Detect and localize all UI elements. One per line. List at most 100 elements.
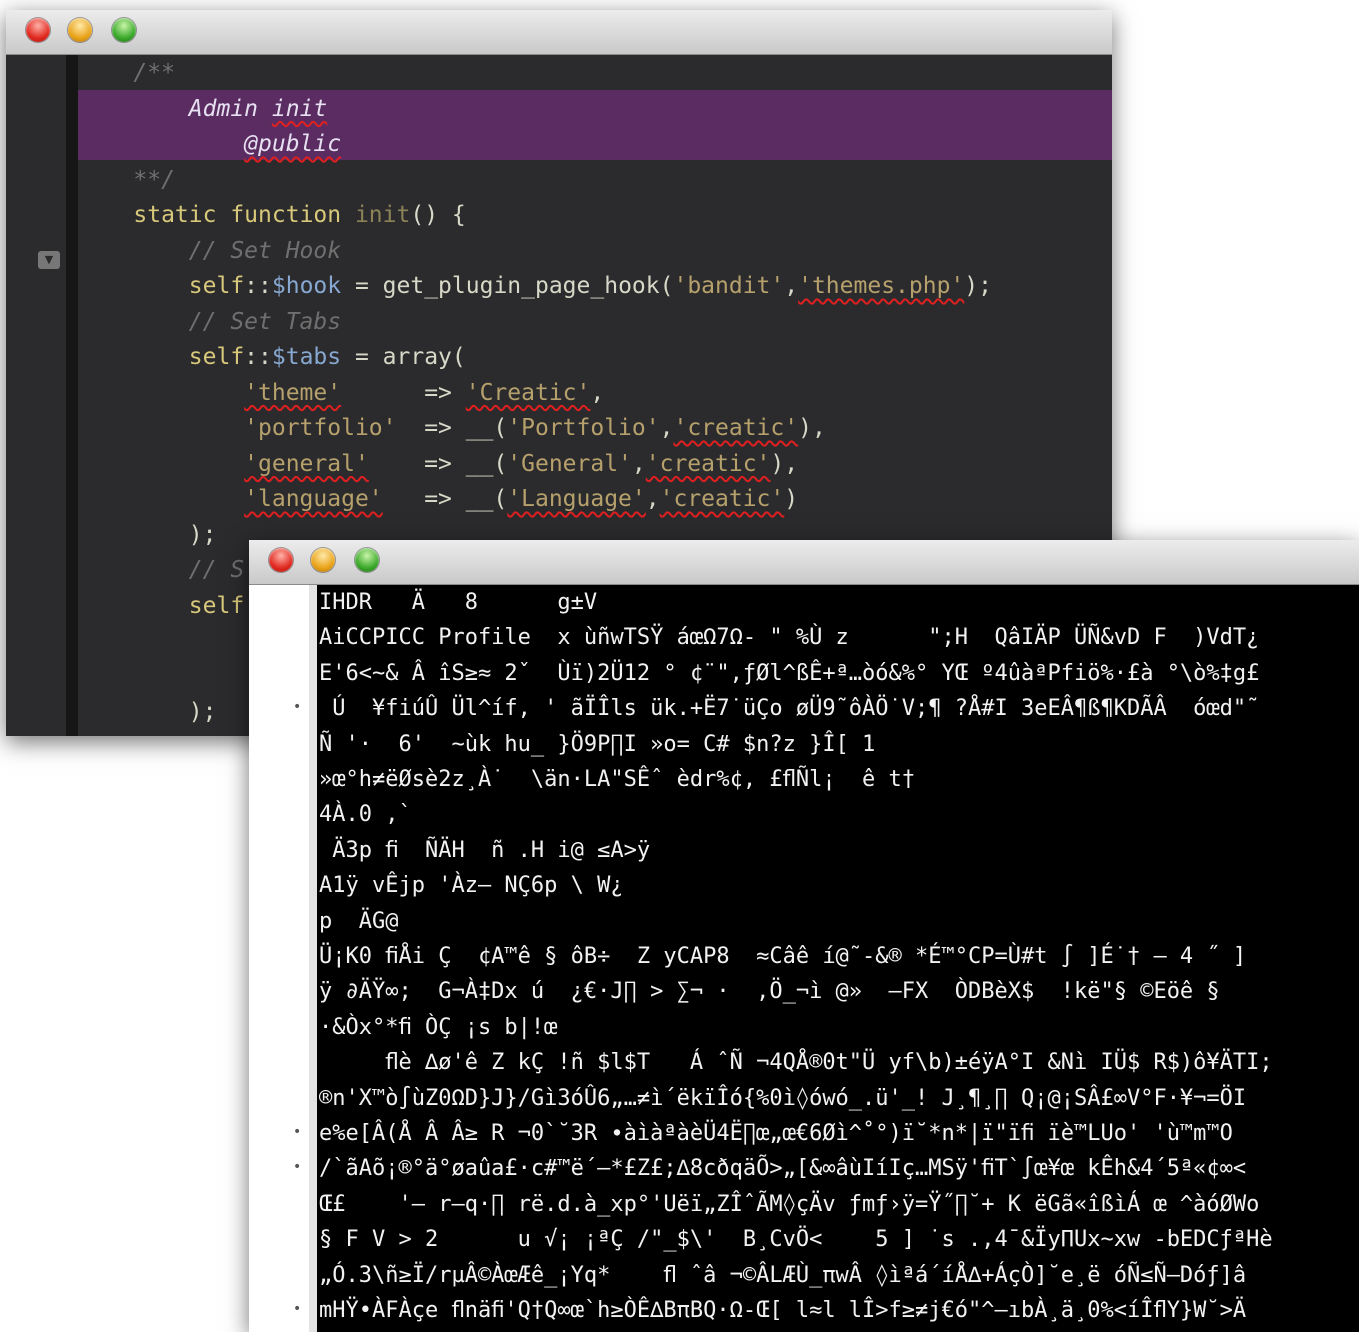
binary-line: ﬂè ∆ø'ê Z kÇ !ñ $l$T Á ˆÑ ¬4QÅ®0t"Ü yf\b… <box>319 1050 1273 1076</box>
code-token: , <box>659 415 674 441</box>
code-token: self <box>188 344 245 370</box>
binary-line: p ÄG@ <box>319 908 399 934</box>
code-token: = get_plugin_page_hook( <box>341 273 674 299</box>
gutter-marker-icon: • <box>293 1124 302 1140</box>
binary-text-area[interactable]: IHDR Ä 8 g±V AiCCPICC Profile x ùñwTSŸ áœ… <box>319 585 1359 1332</box>
code-token: => __( <box>396 415 508 441</box>
code-token: // S <box>188 557 245 583</box>
code-token: , <box>784 273 799 299</box>
code-token: // Set Tabs <box>188 308 342 335</box>
binary-line: „Ó.3\ñ≥Ï/rµÂ©ÀœÆê_¡Yq* ﬂ ˆâ ¬©ÂLÆÙ_πwÂ ◊… <box>319 1262 1247 1288</box>
binary-line: mHŸ•ÀFÀçe ﬂnäﬁ'Q†Q∞œ`h≥ÒÊ∆BπBQ·Ω-Œ[ l≈l … <box>319 1298 1247 1323</box>
code-token: 'Language' <box>507 486 646 512</box>
gutter-divider <box>66 55 78 736</box>
code-token: ) <box>784 486 799 512</box>
code-line: Admin init <box>78 91 1112 127</box>
code-token: = array( <box>341 344 466 370</box>
binary-viewer-window: • • • • IHDR Ä 8 g±V AiCCPICC Profile x ùñwT… <box>249 540 1359 1332</box>
code-token: 'theme' <box>244 379 342 406</box>
code-token: :: <box>244 273 272 299</box>
code-token: 'themes.php' <box>798 273 965 299</box>
binary-line: Ä3p ﬁ ÑÄH ñ .H i@ ≤A>ÿ <box>319 837 651 863</box>
code-line: self::$hook = get_plugin_page_hook('band… <box>78 268 1112 304</box>
code-token: 'Portfolio' <box>507 415 660 441</box>
code-token: ); <box>188 521 217 548</box>
code-line: **/ <box>78 162 1112 198</box>
code-token: => __( <box>382 486 508 512</box>
binary-line: ÿ ∂ÄŸ∞; G¬À‡Dx ú ¿€·J∏ > ∑¬ · ,Ö_¬ì @» –… <box>319 979 1220 1005</box>
code-token: 'portfolio' <box>244 415 397 441</box>
code-token: self <box>188 592 245 619</box>
code-token: Admin <box>188 95 272 122</box>
code-token: 'creatic' <box>673 415 799 441</box>
code-token: () { <box>410 202 466 228</box>
binary-line: 4À.0 ,` <box>319 802 412 828</box>
minimize-button[interactable] <box>68 18 92 42</box>
binary-line: »œ°h≠ëØsè2z¸À˙ \än·LA"SÊˆ èdr%¢, £ﬂÑl¡ ê… <box>319 767 916 792</box>
line-gutter: ▼ <box>6 55 66 736</box>
binary-line: /`ãAõ¡®°ä°øaûa£·c#™ë´–*£Z£;∆8cðqäÕ>„[&∞â… <box>319 1156 1247 1182</box>
code-token: @public <box>244 131 342 157</box>
gutter-divider <box>309 585 317 1332</box>
line-gutter: • • • • <box>249 585 309 1332</box>
code-token: , <box>590 379 605 406</box>
code-line: self::$tabs = array( <box>78 339 1112 375</box>
binary-line: Ú ¥fiúÛ Ül^íf, ' ãÏÎls ük.+Ë7˙üÇo øÜ9˜ôÀ… <box>319 696 1260 722</box>
code-line: 'theme' => 'Creatic', <box>78 375 1112 411</box>
code-line: static function init() { <box>78 197 1112 233</box>
zoom-button[interactable] <box>112 18 136 42</box>
binary-line: IHDR Ä 8 g±V <box>319 590 598 615</box>
code-token: init <box>354 202 411 228</box>
code-token: ); <box>964 273 992 299</box>
code-token: 'creatic' <box>645 450 771 477</box>
binary-line: AiCCPICC Profile x ùñwTSŸ áœΩ7Ω- " %Ù z … <box>319 625 1260 651</box>
code-token: , <box>645 486 660 512</box>
binary-line: ®n'X™ò∫ùZ0ΩD}J}/Gì3óÛ6„…≠ì´ëkïÎó{%0ì◊ówó… <box>319 1085 1247 1111</box>
binary-line: E'6<~& Â îS≥≈ 2ˇ Ùï)2Ü12 ° ¢¨",ƒØl^ßÊ+ª…… <box>319 660 1260 686</box>
code-token: **/ <box>133 166 175 193</box>
gutter-marker-icon: • <box>293 699 302 716</box>
code-line: 'language' => __('Language','creatic') <box>78 481 1112 517</box>
code-line: // Set Tabs <box>78 304 1112 340</box>
editor-title-bar <box>6 10 1112 55</box>
code-token: 'bandit' <box>673 273 785 299</box>
binary-line: Ü¡K0 ﬁÅi Ç ¢A™ê § ôB÷ Z yCAP8 ≈Câê í@˜-&… <box>319 944 1247 969</box>
code-line: // Set Hook <box>78 233 1112 269</box>
binary-line: § F V > 2 u √¡ ¡ªÇ /"_$\' B¸CvÖ< 5 ] ˙s … <box>319 1227 1273 1253</box>
code-token: ), <box>770 450 799 477</box>
code-token: /** <box>133 60 175 86</box>
fold-arrow-icon[interactable]: ▼ <box>38 251 60 269</box>
code-token: ), <box>798 415 826 441</box>
zoom-button[interactable] <box>355 548 379 572</box>
code-token: static <box>133 202 231 228</box>
code-line: 'general' => __('General','creatic'), <box>78 446 1112 482</box>
code-line: @public <box>78 126 1112 162</box>
code-token: 'language' <box>244 486 383 512</box>
close-button[interactable] <box>269 548 293 572</box>
code-token: $tabs <box>271 344 342 370</box>
binary-line: Ñ '· 6' ~ùk hu_ }Ö9P∏I »o= C# $n?z }Î[ 1 <box>319 731 876 757</box>
code-token: self <box>188 273 245 299</box>
close-button[interactable] <box>26 18 50 42</box>
code-token: => __( <box>368 450 508 477</box>
code-token: 'General' <box>507 450 632 477</box>
gutter-marker-icon: • <box>293 1159 302 1176</box>
code-token: init <box>271 95 328 122</box>
code-line: 'portfolio' => __('Portfolio','creatic')… <box>78 410 1112 446</box>
code-token: 'creatic' <box>659 486 785 512</box>
viewer-title-bar <box>249 540 1359 585</box>
code-token: // Set Hook <box>188 237 342 264</box>
code-token: function <box>230 202 355 228</box>
code-token: 'general' <box>244 450 369 477</box>
minimize-button[interactable] <box>311 548 335 572</box>
code-token: :: <box>244 344 272 370</box>
binary-line: A1ÿ vÊjp 'Àz– NÇ6p \ W¿ <box>319 873 624 899</box>
code-token: , <box>631 450 646 477</box>
binary-line: ·&Òx°*ﬁ ÒÇ ¡s b|!œ <box>319 1014 558 1040</box>
binary-line: e%e[Â(Å Â Â≥ R ¬0`˘3R ∙àìàªàèÜ4Ë∏œ„œ€6Øì… <box>319 1121 1233 1146</box>
code-token: 'Creatic' <box>465 379 591 406</box>
code-token: ); <box>188 699 217 725</box>
gutter-marker-icon: • <box>293 1301 302 1317</box>
code-token: => <box>341 379 466 406</box>
binary-line: Œ£ '– r–q·∏ rë.d.à_xp°'Uëï„ZÎˆÃM◊çÄv ƒmƒ… <box>319 1191 1260 1217</box>
